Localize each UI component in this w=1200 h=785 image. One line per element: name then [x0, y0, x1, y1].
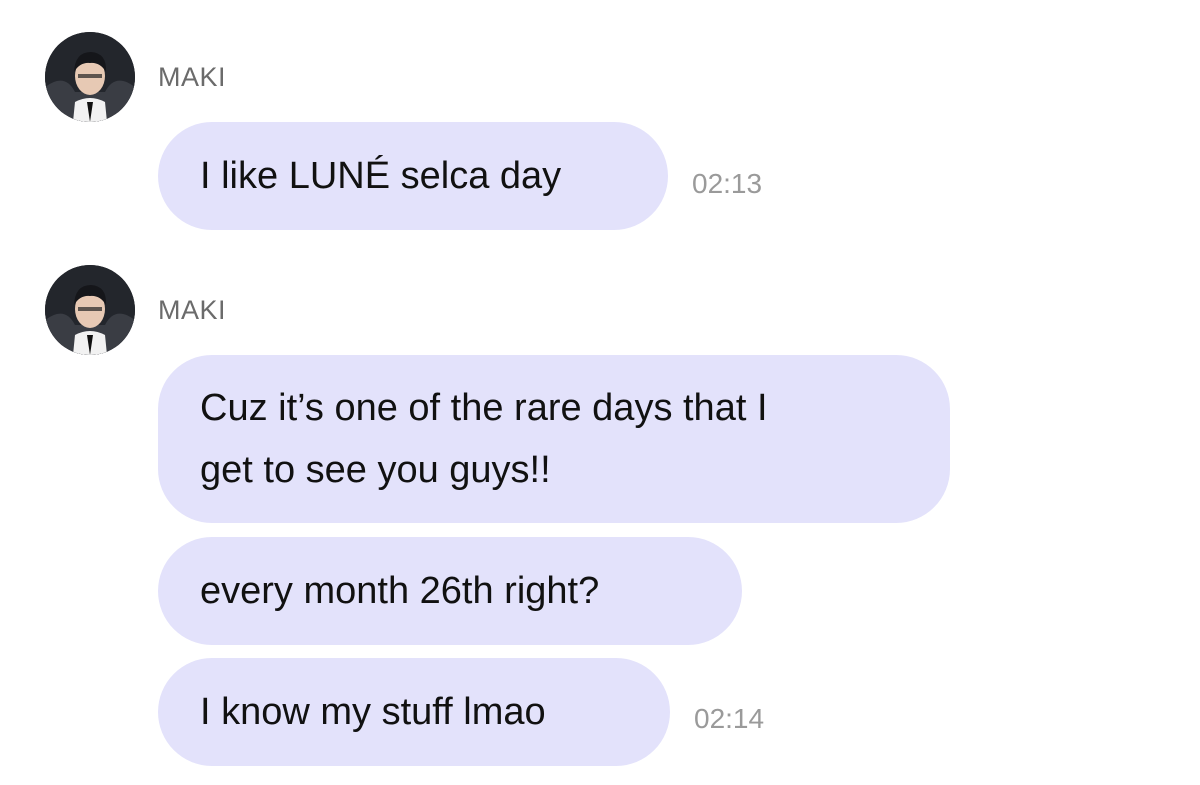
message-timestamp: 02:14	[694, 703, 765, 734]
message-text: Cuz it’s one of the rare days that I get…	[200, 387, 768, 491]
message-bubble[interactable]: every month 26th right?	[158, 537, 742, 645]
message-text: every month 26th right?	[200, 570, 600, 612]
message-text: I like LUNÉ selca day	[200, 155, 562, 197]
avatar[interactable]	[45, 265, 135, 355]
sender-name: MAKI	[158, 295, 227, 325]
sender-name: MAKI	[158, 62, 227, 92]
profile-photo-avatar	[45, 265, 135, 355]
chat-message-list: MAKI I like LUNÉ selca day 02:13 MAKI Cu…	[0, 0, 1200, 785]
message-bubble[interactable]: Cuz it’s one of the rare days that I get…	[158, 355, 950, 523]
message-text: I know my stuff lmao	[200, 691, 546, 733]
message-bubble[interactable]: I like LUNÉ selca day	[158, 122, 668, 230]
message-timestamp: 02:13	[692, 168, 763, 199]
avatar[interactable]	[45, 32, 135, 122]
message-bubble[interactable]: I know my stuff lmao	[158, 658, 670, 766]
profile-photo-avatar	[45, 32, 135, 122]
